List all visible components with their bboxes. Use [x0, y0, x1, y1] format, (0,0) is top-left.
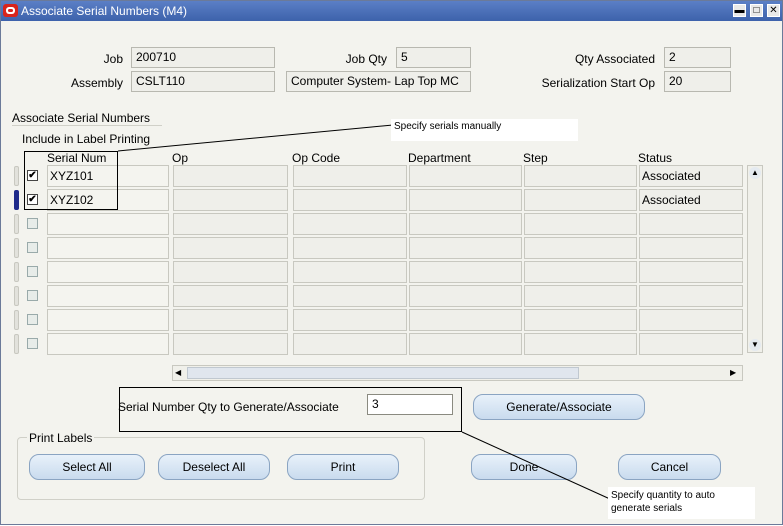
callout-lines — [117, 124, 611, 500]
callout-auto-line1: Specify quantity to auto — [611, 490, 715, 501]
window: Associate Serial Numbers (M4) ▬ □ ✕ Job … — [0, 0, 783, 525]
callout-auto-line2: generate serials — [611, 503, 683, 514]
callout-manual: Specify serials manually — [391, 119, 578, 141]
callout-auto: Specify quantity to auto generate serial… — [608, 487, 755, 519]
